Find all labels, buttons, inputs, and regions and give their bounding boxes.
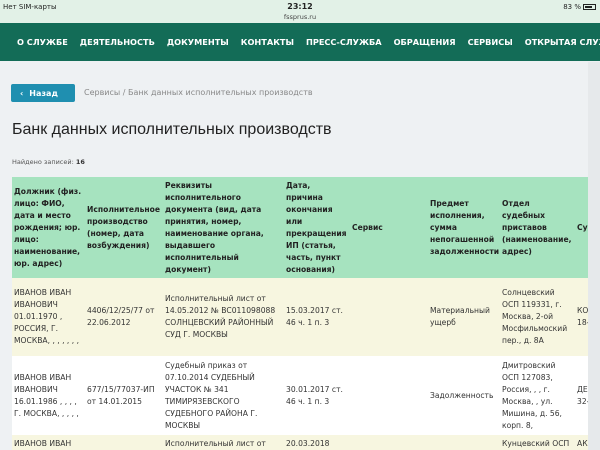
battery-percent: 83 %: [563, 3, 581, 11]
cell: 20.03.2018: [284, 435, 350, 450]
back-button[interactable]: ‹ Назад: [11, 84, 75, 102]
breadcrumb-current: Банк данных исполнительных производств: [128, 88, 313, 97]
col-bailiff: Су, пр ис: [575, 177, 588, 278]
nav-item[interactable]: СЕРВИСЫ: [468, 37, 513, 47]
cell: [350, 278, 428, 356]
cell: [85, 435, 163, 450]
results-table: Должник (физ. лицо: ФИО, дата и место ро…: [12, 177, 588, 450]
table-row: ИВАНОВ ИВАН ИВАНОВИЧ 01.01.1970 , РОССИЯ…: [12, 278, 588, 356]
page-side-gutter: [588, 62, 600, 450]
breadcrumb-separator: /: [122, 88, 126, 97]
col-subject: Предмет исполнения, сумма непогашенной з…: [428, 177, 500, 278]
col-proceeding: Исполнительное производство (номер, дата…: [85, 177, 163, 278]
col-service: Сервис: [350, 177, 428, 278]
chevron-left-icon: ‹: [20, 88, 24, 98]
breadcrumb-services[interactable]: Сервисы: [84, 88, 120, 97]
cell: Дмитровский ОСП 127083, Россия, , , г. М…: [500, 356, 575, 435]
battery: 83 %: [563, 3, 596, 11]
breadcrumb: Сервисы / Банк данных исполнительных про…: [84, 88, 313, 97]
cell: Кунцевский ОСП: [500, 435, 575, 450]
col-department: Отдел судебных приставов (наименование, …: [500, 177, 575, 278]
status-bar: Нет SIM-карты 23:12 fssprus.ru 83 %: [0, 0, 600, 23]
url[interactable]: fssprus.ru: [0, 13, 600, 21]
cell: Задолженность: [428, 356, 500, 435]
cell: Судебный приказ от 07.10.2014 СУДЕБНЫЙ У…: [163, 356, 284, 435]
cell: ИВАНОВ ИВАН ИВАНОВИЧ 01.01.1970 , РОССИЯ…: [12, 278, 85, 356]
cell: ИВАНОВ ИВАН: [12, 435, 85, 450]
cell: Материальный ущерб: [428, 278, 500, 356]
found-label: Найдено записей:: [12, 158, 74, 166]
cell: [428, 435, 500, 450]
cell: ИВАНОВ ИВАН ИВАНОВИЧ 16.01.1986 , , , , …: [12, 356, 85, 435]
nav-item[interactable]: ОБРАЩЕНИЯ: [394, 37, 456, 47]
nav-item[interactable]: ОТКРЫТАЯ СЛУЖБА: [525, 37, 600, 47]
cell: 30.01.2017 ст. 46 ч. 1 п. 3: [284, 356, 350, 435]
cell: 15.03.2017 ст. 46 ч. 1 п. 3: [284, 278, 350, 356]
nav-item[interactable]: ПРЕСС-СЛУЖБА: [306, 37, 382, 47]
col-debtor: Должник (физ. лицо: ФИО, дата и место ро…: [12, 177, 85, 278]
nav-item[interactable]: ДЕЯТЕЛЬНОСТЬ: [80, 37, 155, 47]
cell: АК: [575, 435, 588, 450]
battery-icon: [583, 4, 596, 10]
table-row: ИВАНОВ ИВАН ИВАНОВИЧ 16.01.1986 , , , , …: [12, 356, 588, 435]
nav-item[interactable]: О СЛУЖБЕ: [17, 37, 68, 47]
cell: [350, 435, 428, 450]
table-header: Должник (физ. лицо: ФИО, дата и место ро…: [12, 177, 588, 278]
page-title: Банк данных исполнительных производств: [12, 121, 332, 138]
cell: Исполнительный лист от 14.05.2012 № ВС01…: [163, 278, 284, 356]
nav-item[interactable]: КОНТАКТЫ: [241, 37, 294, 47]
col-document: Реквизиты исполнительного документа (вид…: [163, 177, 284, 278]
table-row: ИВАНОВ ИВАН Исполнительный лист от 20.03.2…: [12, 435, 588, 450]
cell: КО Н. +7( 18- +7( 18-: [575, 278, 588, 356]
cell: 4406/12/25/77 от 22.06.2012: [85, 278, 163, 356]
cell: Солнцевский ОСП 119331, г. Москва, 2-ой …: [500, 278, 575, 356]
cell: [350, 356, 428, 435]
clock: 23:12: [287, 2, 313, 11]
back-label: Назад: [29, 88, 58, 98]
nav-item[interactable]: ДОКУМЕНТЫ: [167, 37, 229, 47]
found-count: Найдено записей: 16: [12, 158, 85, 166]
cell: ДЕ О. +7( 32- +7( 32-: [575, 356, 588, 435]
col-end-date: Дата, причина окончания или прекращения …: [284, 177, 350, 278]
cell: 677/15/77037-ИП от 14.01.2015: [85, 356, 163, 435]
found-number: 16: [75, 158, 85, 166]
cell: Исполнительный лист от: [163, 435, 284, 450]
main-nav: О СЛУЖБЕ ДЕЯТЕЛЬНОСТЬ ДОКУМЕНТЫ КОНТАКТЫ…: [0, 23, 600, 61]
